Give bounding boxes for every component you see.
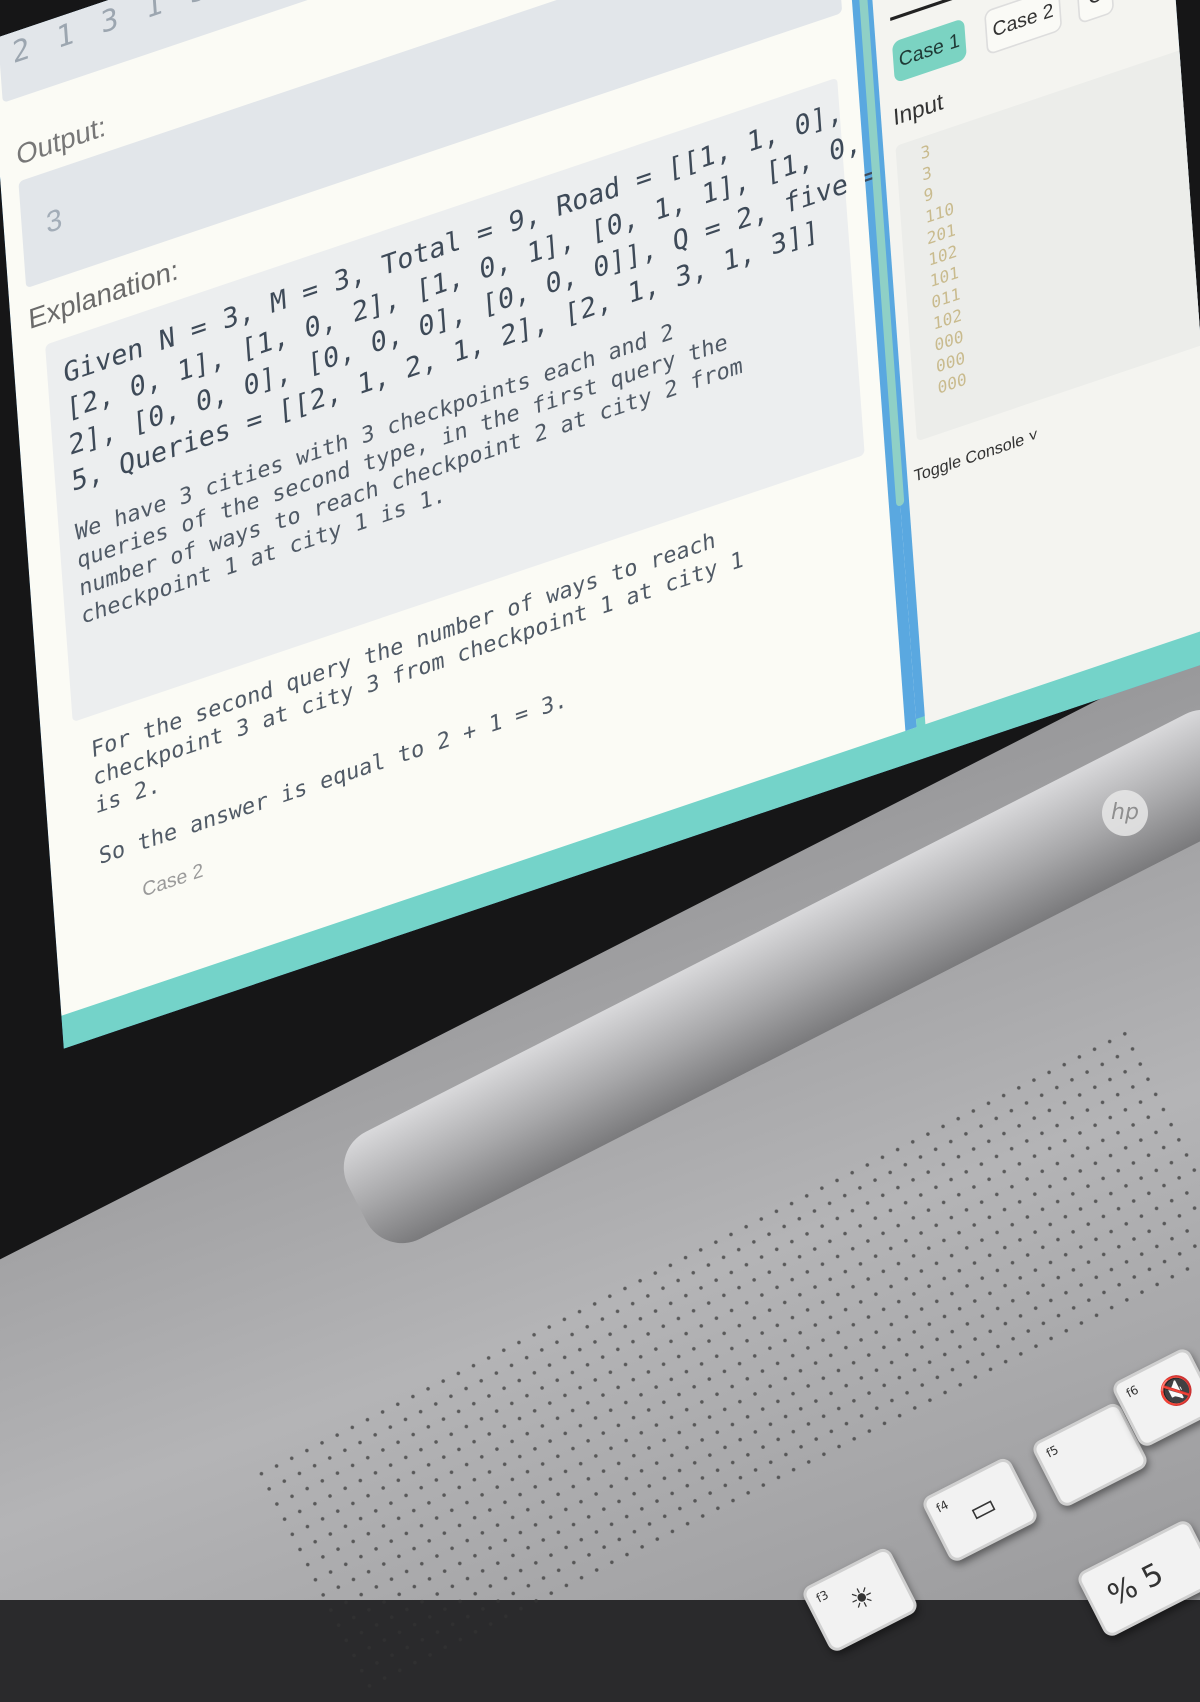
brightness-icon: ☀ [843, 1577, 881, 1619]
output-value: 3 [44, 200, 64, 240]
example-case-label: Case 2 [141, 858, 205, 902]
tab-case-3[interactable]: C [1075, 0, 1115, 25]
console-input-label: Input [892, 88, 945, 131]
mute-icon: 🔇 [1153, 1368, 1200, 1414]
projector-icon: ▭ [963, 1487, 1002, 1529]
tab-case-2[interactable]: Case 2 [983, 0, 1063, 56]
hp-logo: hp [1102, 790, 1148, 836]
console-input-values: 3 3 9 110 201 102 101 011 102 000 000 00… [919, 140, 968, 398]
tab-case-1[interactable]: Case 1 [891, 18, 967, 84]
